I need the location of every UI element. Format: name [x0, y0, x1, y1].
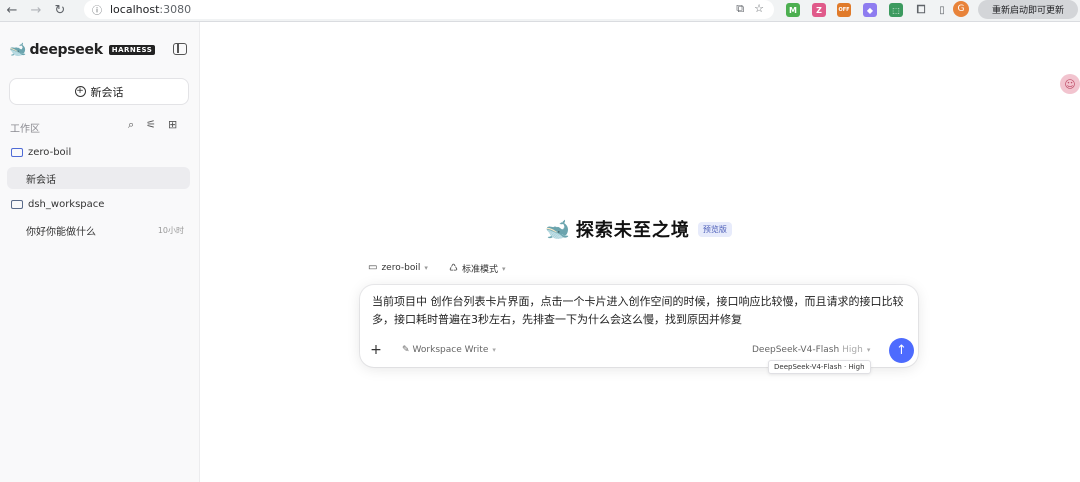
- model-name: DeepSeek-V4-Flash: [752, 345, 840, 355]
- floating-assistant-icon[interactable]: ☺: [1060, 74, 1080, 94]
- chevron-down-icon: ▾: [424, 263, 428, 272]
- project-select[interactable]: ▭ zero-boil ▾: [368, 262, 428, 273]
- folder-label: zero-boil: [28, 147, 72, 158]
- model-level: High: [842, 345, 863, 355]
- url-host: localhost: [110, 3, 160, 16]
- browser-toolbar: ← → ↻ ⓘ localhost:3080 ⧉ ☆ M Z OFF ◆ ⬚ ⧠…: [0, 0, 1080, 22]
- extension-icon[interactable]: ⬚: [889, 3, 903, 17]
- arrow-up-icon: ↑: [896, 343, 907, 358]
- preview-badge: 预览版: [697, 221, 732, 237]
- url-port: :3080: [159, 3, 192, 16]
- filter-settings-icon[interactable]: ⚟: [146, 118, 156, 132]
- brand-logo: 🐋 deepseek HARNESS: [9, 42, 156, 58]
- chevron-down-icon: ▾: [492, 346, 496, 354]
- folder-dsh-workspace[interactable]: dsh_workspace: [11, 199, 104, 210]
- extension-icon[interactable]: ◆: [863, 3, 877, 17]
- folder-icon: [11, 148, 23, 157]
- chat-title: 你好你能做什么: [26, 226, 96, 238]
- extensions-puzzle-icon[interactable]: ⧠: [914, 3, 928, 17]
- chat-composer[interactable]: 当前项目中 创作台列表卡片界面，点击一个卡片进入创作空间的时候，接口响应比较慢，…: [360, 285, 918, 367]
- model-tooltip: DeepSeek-V4-Flash · High: [768, 360, 871, 374]
- bookmark-star-icon[interactable]: ☆: [754, 2, 764, 16]
- folder-zero-boil[interactable]: zero-boil: [11, 147, 71, 158]
- new-folder-icon[interactable]: ⊞: [168, 118, 177, 132]
- hero-heading: 🐋 探索未至之境 预览版: [545, 216, 732, 242]
- update-button[interactable]: 重新启动即可更新: [978, 0, 1078, 19]
- hero-title: 探索未至之境: [575, 220, 690, 241]
- whale-logo-icon: 🐋: [545, 217, 570, 241]
- folder-icon: [11, 200, 23, 209]
- add-attachment-button[interactable]: +: [367, 341, 385, 359]
- shield-edit-icon: ✎: [402, 345, 410, 355]
- folder-label: dsh_workspace: [28, 199, 105, 210]
- send-button[interactable]: ↑: [889, 338, 914, 363]
- recycle-mode-icon: ♺: [449, 263, 458, 274]
- project-select-label: zero-boil: [381, 262, 421, 273]
- site-info-icon[interactable]: ⓘ: [92, 2, 102, 17]
- chat-title: 新会话: [26, 174, 56, 186]
- address-bar[interactable]: ⓘ localhost:3080 ⧉ ☆: [84, 0, 774, 19]
- reload-icon[interactable]: ↻: [48, 0, 72, 22]
- cast-icon[interactable]: ⧉: [736, 2, 744, 16]
- extension-icon[interactable]: Z: [812, 3, 826, 17]
- profile-avatar[interactable]: G: [953, 1, 969, 17]
- sidebar-item-chat[interactable]: 新会话: [7, 167, 190, 189]
- prompt-input[interactable]: 当前项目中 创作台列表卡片界面，点击一个卡片进入创作空间的时候，接口响应比较慢，…: [372, 293, 912, 329]
- extension-icon[interactable]: M: [786, 3, 800, 17]
- workspace-permission-select[interactable]: ✎ Workspace Write ▾: [402, 345, 496, 355]
- brand-name: deepseek: [29, 42, 103, 58]
- extension-icon[interactable]: OFF: [837, 3, 851, 17]
- side-panel-icon[interactable]: ▯: [935, 3, 949, 17]
- whale-logo-icon: 🐋: [9, 42, 27, 58]
- workspace-heading: 工作区: [10, 124, 40, 135]
- search-icon[interactable]: ⌕: [128, 118, 134, 132]
- plus-circle-icon: +: [74, 86, 86, 97]
- chevron-down-icon: ▾: [501, 264, 506, 273]
- new-chat-button[interactable]: + 新会话: [9, 78, 189, 105]
- chat-timestamp: 10小时: [157, 225, 184, 235]
- model-select[interactable]: DeepSeek-V4-Flash High ▾: [752, 345, 870, 355]
- chevron-down-icon: ▾: [866, 346, 871, 354]
- collapse-sidebar-icon[interactable]: [173, 43, 187, 55]
- back-icon[interactable]: ←: [0, 0, 24, 22]
- sidebar: 🐋 deepseek HARNESS + 新会话 工作区 ⌕ ⚟ ⊞ zero-…: [0, 22, 200, 482]
- folder-icon: ▭: [368, 262, 378, 273]
- forward-icon[interactable]: →: [24, 0, 48, 22]
- new-chat-label: 新会话: [90, 85, 124, 99]
- mode-select-label: 标准模式: [461, 265, 498, 275]
- brand-tag: HARNESS: [108, 45, 156, 55]
- workspace-permission-label: Workspace Write: [412, 345, 489, 355]
- sidebar-item-chat[interactable]: 你好你能做什么 10小时: [7, 219, 190, 241]
- mode-select[interactable]: ♺ 标准模式 ▾: [449, 262, 506, 275]
